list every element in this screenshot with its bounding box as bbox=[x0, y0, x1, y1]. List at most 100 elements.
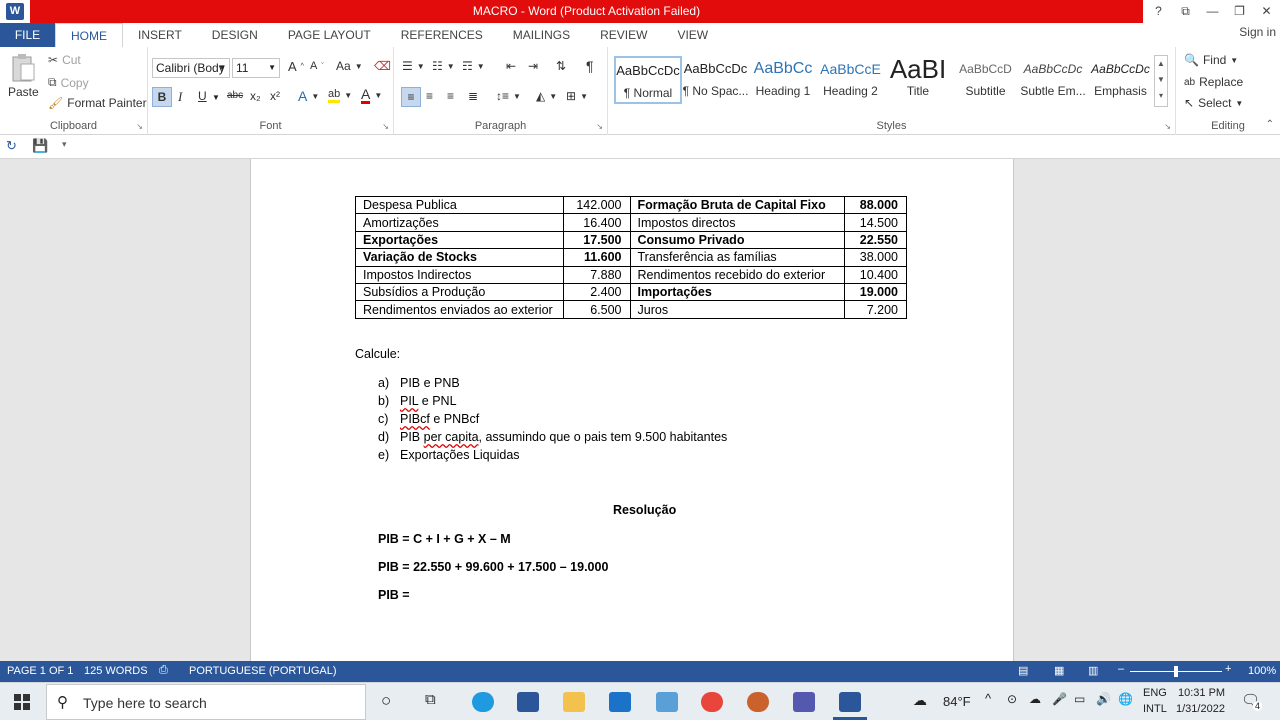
table-cell[interactable]: Importações bbox=[629, 282, 845, 302]
table-cell[interactable]: 17.500 bbox=[562, 230, 631, 250]
tab-page-layout[interactable]: PAGE LAYOUT bbox=[273, 23, 386, 47]
cut-button[interactable]: ✂ Cut bbox=[48, 53, 81, 67]
table-cell[interactable]: 88.000 bbox=[844, 195, 907, 215]
font-launcher-icon[interactable]: ↘ bbox=[382, 122, 389, 131]
table-cell[interactable]: 6.500 bbox=[562, 300, 631, 319]
highlight-button[interactable]: ab ▼ bbox=[328, 88, 352, 103]
style-5[interactable]: AaBbCcD Subtitle bbox=[952, 56, 1020, 104]
cortana-icon[interactable]: ○ bbox=[381, 691, 391, 711]
clock-time[interactable]: 10:31 PM bbox=[1178, 687, 1225, 699]
close-button[interactable]: ✕ bbox=[1253, 0, 1280, 23]
app-icon[interactable] bbox=[747, 692, 769, 712]
copy-button[interactable]: ⧉ Copy bbox=[48, 75, 89, 90]
zoom-in-button[interactable]: + bbox=[1225, 663, 1231, 675]
numbering-button[interactable]: ☷ ▼ bbox=[432, 59, 455, 73]
justify-button[interactable]: ≣ bbox=[468, 89, 478, 103]
show-hidden-icons-icon[interactable]: ^ bbox=[985, 691, 991, 706]
style-1[interactable]: AaBbCcDc ¶ No Spac... bbox=[682, 56, 750, 104]
table-cell[interactable]: Formação Bruta de Capital Fixo bbox=[629, 195, 845, 215]
table-cell[interactable]: Exportações bbox=[355, 230, 564, 250]
proofing-icon[interactable]: ⎙ bbox=[159, 664, 168, 677]
zoom-out-button[interactable]: – bbox=[1118, 663, 1124, 675]
underline-button[interactable]: U bbox=[198, 89, 207, 103]
style-4[interactable]: AaBI Title bbox=[884, 56, 952, 104]
format-painter-button[interactable]: 🖌 Format Painter bbox=[48, 96, 147, 110]
table-cell[interactable]: Impostos directos bbox=[629, 213, 845, 232]
teams-icon[interactable] bbox=[793, 692, 815, 712]
style-3[interactable]: AaBbCcE Heading 2 bbox=[817, 56, 885, 104]
redo-icon[interactable]: ↻ bbox=[6, 138, 17, 154]
tab-file[interactable]: FILE bbox=[0, 23, 55, 47]
customize-qat-icon[interactable]: ▾ bbox=[62, 139, 67, 150]
table-cell[interactable]: Rendimentos recebido do exterior bbox=[629, 265, 845, 284]
file-explorer-icon[interactable] bbox=[563, 692, 585, 712]
maximize-button[interactable]: ❐ bbox=[1226, 0, 1253, 23]
style-6[interactable]: AaBbCcDc Subtle Em... bbox=[1019, 56, 1087, 104]
table-cell[interactable]: Consumo Privado bbox=[629, 230, 845, 250]
tab-mailings[interactable]: MAILINGS bbox=[498, 23, 585, 47]
volume-icon[interactable]: 🔊 bbox=[1096, 692, 1111, 706]
microphone-icon[interactable]: 🎤 bbox=[1052, 692, 1067, 706]
help-button[interactable]: ? bbox=[1145, 0, 1172, 23]
table-cell[interactable]: 7.880 bbox=[562, 265, 631, 284]
edge-icon[interactable] bbox=[472, 692, 494, 712]
store-icon[interactable] bbox=[517, 692, 539, 712]
grow-font-button[interactable]: A ^ bbox=[288, 59, 304, 74]
read-mode-icon[interactable]: ▤ bbox=[1018, 664, 1028, 677]
minimize-button[interactable]: — bbox=[1199, 0, 1226, 23]
line-spacing-button[interactable]: ↕≡ ▼ bbox=[496, 89, 521, 103]
subscript-button[interactable]: x₂ bbox=[250, 89, 261, 103]
chrome-icon[interactable] bbox=[701, 692, 723, 712]
weather-icon[interactable]: ☁ bbox=[913, 692, 927, 709]
table-cell[interactable]: 19.000 bbox=[844, 282, 907, 302]
styles-launcher-icon[interactable]: ↘ bbox=[1164, 122, 1171, 131]
tab-design[interactable]: DESIGN bbox=[197, 23, 273, 47]
table-cell[interactable]: Impostos Indirectos bbox=[355, 265, 564, 284]
input-language-2[interactable]: INTL bbox=[1143, 703, 1167, 715]
table-cell[interactable]: 10.400 bbox=[844, 265, 907, 284]
table-cell[interactable]: Juros bbox=[629, 300, 845, 319]
mail-icon[interactable] bbox=[609, 692, 631, 712]
save-icon[interactable]: 💾 bbox=[32, 138, 48, 154]
globe-icon[interactable]: 🌐 bbox=[1118, 692, 1133, 706]
ribbon-display-options-button[interactable]: ⧉ bbox=[1172, 0, 1199, 23]
align-right-button[interactable]: ≡ bbox=[447, 89, 454, 103]
collapse-ribbon-icon[interactable]: ⌃ bbox=[1266, 119, 1274, 130]
replace-button[interactable]: ab Replace bbox=[1184, 75, 1243, 89]
superscript-button[interactable]: x² bbox=[270, 89, 280, 103]
tab-insert[interactable]: INSERT bbox=[123, 23, 197, 47]
input-language-1[interactable]: ENG bbox=[1143, 687, 1167, 699]
table-cell[interactable]: 22.550 bbox=[844, 230, 907, 250]
text-effects-button[interactable]: A ▼ bbox=[298, 88, 319, 104]
windows-start-icon[interactable] bbox=[14, 694, 30, 710]
style-7[interactable]: AaBbCcDc Emphasis bbox=[1087, 56, 1155, 104]
align-center-button[interactable]: ≡ bbox=[426, 89, 433, 103]
table-cell[interactable]: 16.400 bbox=[562, 213, 631, 232]
page-count[interactable]: PAGE 1 OF 1 bbox=[7, 665, 73, 677]
paragraph-launcher-icon[interactable]: ↘ bbox=[596, 122, 603, 131]
print-layout-icon[interactable]: ▦ bbox=[1054, 664, 1064, 677]
font-name-combo[interactable]: Calibri (Body ▼ bbox=[152, 58, 230, 78]
word-count[interactable]: 125 WORDS bbox=[84, 665, 148, 677]
bullets-button[interactable]: ☰ ▼ bbox=[402, 59, 425, 73]
bold-button[interactable]: B bbox=[152, 87, 172, 107]
table-cell[interactable]: 142.000 bbox=[562, 195, 631, 215]
align-left-button[interactable]: ≡ bbox=[401, 87, 421, 107]
taskbar-search-box[interactable]: ⚲ Type here to search bbox=[46, 684, 366, 720]
task-view-icon[interactable]: ⧉ bbox=[425, 691, 436, 708]
multilevel-list-button[interactable]: ☶ ▼ bbox=[462, 59, 485, 73]
table-cell[interactable]: Amortizações bbox=[355, 213, 564, 232]
borders-button[interactable]: ⊞ ▼ bbox=[566, 89, 588, 103]
tray-app-icon[interactable]: ⊙ bbox=[1007, 692, 1017, 706]
table-cell[interactable]: 7.200 bbox=[844, 300, 907, 319]
table-cell[interactable]: Variação de Stocks bbox=[355, 248, 564, 267]
select-button[interactable]: ↖ Select ▼ bbox=[1184, 96, 1243, 110]
remote-desktop-icon[interactable] bbox=[656, 692, 678, 712]
tab-home[interactable]: HOME bbox=[55, 23, 123, 47]
shrink-font-button[interactable]: Aˇ bbox=[310, 60, 324, 72]
web-layout-icon[interactable]: ▥ bbox=[1088, 664, 1098, 677]
sort-button[interactable]: ⇅ bbox=[556, 59, 566, 73]
document-page[interactable]: Despesa Publica 142.000 Formação Bruta de … bbox=[250, 159, 1014, 661]
zoom-level[interactable]: 100% bbox=[1248, 665, 1276, 677]
style-2[interactable]: AaBbCc Heading 1 bbox=[749, 56, 817, 104]
